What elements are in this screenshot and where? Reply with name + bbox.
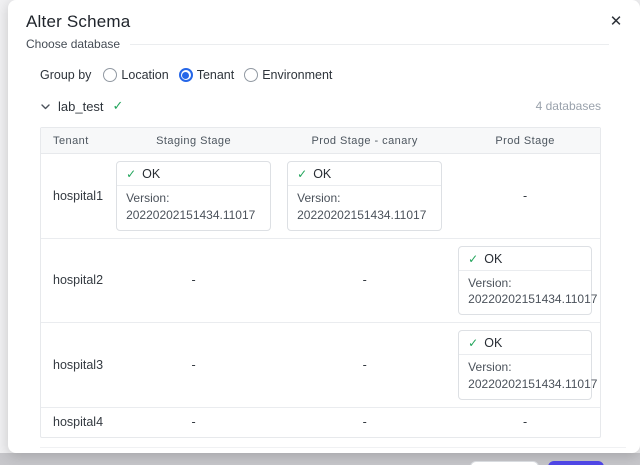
alter-schema-dialog: Alter Schema ✕ Choose database Group by … xyxy=(8,0,640,453)
check-icon: ✓ xyxy=(297,167,307,181)
version-value: 20220202151434.11017 xyxy=(297,207,432,224)
check-icon: ✓ xyxy=(113,98,124,114)
radio-label: Environment xyxy=(262,68,332,82)
tenant-cell: hospital3 xyxy=(41,322,108,407)
table-row: hospital3 - - ✓ OK Version: 202202021514… xyxy=(41,322,600,407)
close-button[interactable]: ✕ xyxy=(606,11,626,31)
empty-cell: - xyxy=(279,407,450,437)
version-label: Version: xyxy=(468,359,582,376)
stage-cell: ✓ OK Version: 20220202151434.11017 xyxy=(279,154,450,238)
column-header-tenant: Tenant xyxy=(41,128,108,154)
status-text: OK xyxy=(484,252,502,266)
table-row: hospital4 - - - xyxy=(41,407,600,437)
table-row: hospital2 - - ✓ OK Version: 202202021514… xyxy=(41,238,600,323)
radio-option-environment[interactable]: Environment xyxy=(244,68,332,82)
next-button[interactable]: Next xyxy=(548,461,604,465)
empty-cell: - xyxy=(450,407,600,437)
empty-cell: - xyxy=(279,322,450,407)
tenant-cell: hospital4 xyxy=(41,407,108,437)
column-header-canary: Prod Stage - canary xyxy=(279,128,450,154)
version-label: Version: xyxy=(297,190,432,207)
radio-option-location[interactable]: Location xyxy=(103,68,168,82)
check-icon: ✓ xyxy=(468,252,478,266)
radio-icon-location[interactable] xyxy=(103,68,117,82)
check-icon: ✓ xyxy=(126,167,136,181)
cancel-button[interactable]: Cancel xyxy=(470,461,539,465)
version-value: 20220202151434.11017 xyxy=(468,376,582,393)
table-header-row: Tenant Staging Stage Prod Stage - canary… xyxy=(41,128,600,154)
dialog-header: Alter Schema ✕ Choose database xyxy=(8,0,640,51)
schema-table: Tenant Staging Stage Prod Stage - canary… xyxy=(40,127,601,438)
close-icon: ✕ xyxy=(610,12,623,30)
tenant-cell: hospital1 xyxy=(41,154,108,238)
status-text: OK xyxy=(313,167,331,181)
group-by-label: Group by xyxy=(40,68,91,82)
empty-cell: - xyxy=(279,238,450,323)
database-group-name[interactable]: lab_test xyxy=(58,99,104,114)
radio-option-tenant[interactable]: Tenant xyxy=(179,68,235,82)
check-icon: ✓ xyxy=(468,336,478,350)
database-group-header: lab_test ✓ 4 databases xyxy=(40,98,601,114)
column-header-staging: Staging Stage xyxy=(108,128,279,154)
stage-cell: ✓ OK Version: 20220202151434.11017 xyxy=(450,322,600,407)
empty-cell: - xyxy=(450,154,600,238)
chevron-down-icon[interactable] xyxy=(40,101,51,112)
status-card: ✓ OK Version: 20220202151434.11017 xyxy=(287,161,442,231)
version-value: 20220202151434.11017 xyxy=(468,291,582,308)
status-card: ✓ OK Version: 20220202151434.11017 xyxy=(116,161,271,231)
radio-label: Location xyxy=(121,68,168,82)
status-text: OK xyxy=(484,336,502,350)
radio-group: Group by Location Tenant Environment xyxy=(40,68,601,82)
table-row: hospital1 ✓ OK Version: 20220202151434.1… xyxy=(41,154,600,238)
status-text: OK xyxy=(142,167,160,181)
stage-cell: ✓ OK Version: 20220202151434.11017 xyxy=(450,238,600,323)
version-value: 20220202151434.11017 xyxy=(126,207,261,224)
column-header-prod: Prod Stage xyxy=(450,128,600,154)
radio-icon-tenant[interactable] xyxy=(179,68,193,82)
status-card: ✓ OK Version: 20220202151434.11017 xyxy=(458,246,592,316)
tenant-cell: hospital2 xyxy=(41,238,108,323)
subtitle-divider xyxy=(130,44,609,45)
dialog-body: Group by Location Tenant Environment lab… xyxy=(8,51,640,438)
database-count: 4 databases xyxy=(536,99,601,113)
status-card: ✓ OK Version: 20220202151434.11017 xyxy=(458,330,592,400)
dialog-footer: Cancel Next xyxy=(40,447,626,465)
page-title: Alter Schema xyxy=(26,12,622,32)
stage-cell: ✓ OK Version: 20220202151434.11017 xyxy=(108,154,279,238)
empty-cell: - xyxy=(108,407,279,437)
dialog-subtitle: Choose database xyxy=(26,37,120,51)
empty-cell: - xyxy=(108,238,279,323)
radio-label: Tenant xyxy=(197,68,235,82)
empty-cell: - xyxy=(108,322,279,407)
version-label: Version: xyxy=(126,190,261,207)
radio-icon-environment[interactable] xyxy=(244,68,258,82)
version-label: Version: xyxy=(468,275,582,292)
